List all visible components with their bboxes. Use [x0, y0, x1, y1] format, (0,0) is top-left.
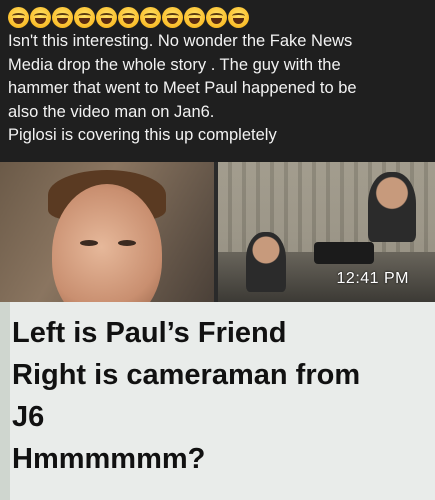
post-text: Isn't this interesting. No wonder the Fa…: [8, 4, 428, 148]
laughing-emoji-icon: [162, 6, 183, 28]
person-shape: [246, 232, 286, 292]
post-line: Media drop the whole story . The guy wit…: [8, 55, 341, 74]
post-line: Isn't this interesting. No wonder the Fa…: [8, 32, 353, 50]
photo-timestamp: 12:41 PM: [336, 270, 409, 287]
laughing-emoji-icon: [96, 6, 117, 28]
photo-strip[interactable]: 12:41 PM: [0, 162, 435, 302]
caption-line: J6: [12, 401, 45, 433]
laughing-emoji-icon: [140, 6, 161, 28]
post-line: also the video man on Jan6.: [8, 102, 215, 121]
camera-shape: [314, 242, 374, 264]
laughing-emoji-icon: [118, 6, 139, 28]
laughing-emoji-icon: [8, 6, 29, 28]
caption-line: Left is Paul’s Friend: [12, 317, 287, 349]
caption-line: Right is cameraman from: [12, 359, 361, 391]
laughing-emoji-icon: [74, 6, 95, 28]
laughing-emoji-icon: [30, 6, 51, 28]
left-photo: [0, 162, 214, 302]
eye-shape: [118, 240, 136, 246]
laughing-emoji-icon: [206, 6, 227, 28]
caption-text: Left is Paul’s Friend Right is cameraman…: [12, 312, 430, 480]
caption-line: Hmmmmmm?: [12, 443, 206, 475]
person-shape: [368, 172, 416, 242]
post-line: hammer that went to Meet Paul happened t…: [8, 79, 357, 97]
emoji-row: [8, 4, 428, 30]
post-line: Piglosi is covering this up completely: [8, 126, 277, 144]
laughing-emoji-icon: [184, 6, 205, 28]
laughing-emoji-icon: [52, 6, 73, 28]
laughing-emoji-icon: [228, 6, 249, 28]
right-photo: 12:41 PM: [218, 162, 435, 302]
eye-shape: [80, 240, 98, 246]
caption-box: Left is Paul’s Friend Right is cameraman…: [0, 302, 435, 500]
caption-border: [0, 302, 10, 500]
